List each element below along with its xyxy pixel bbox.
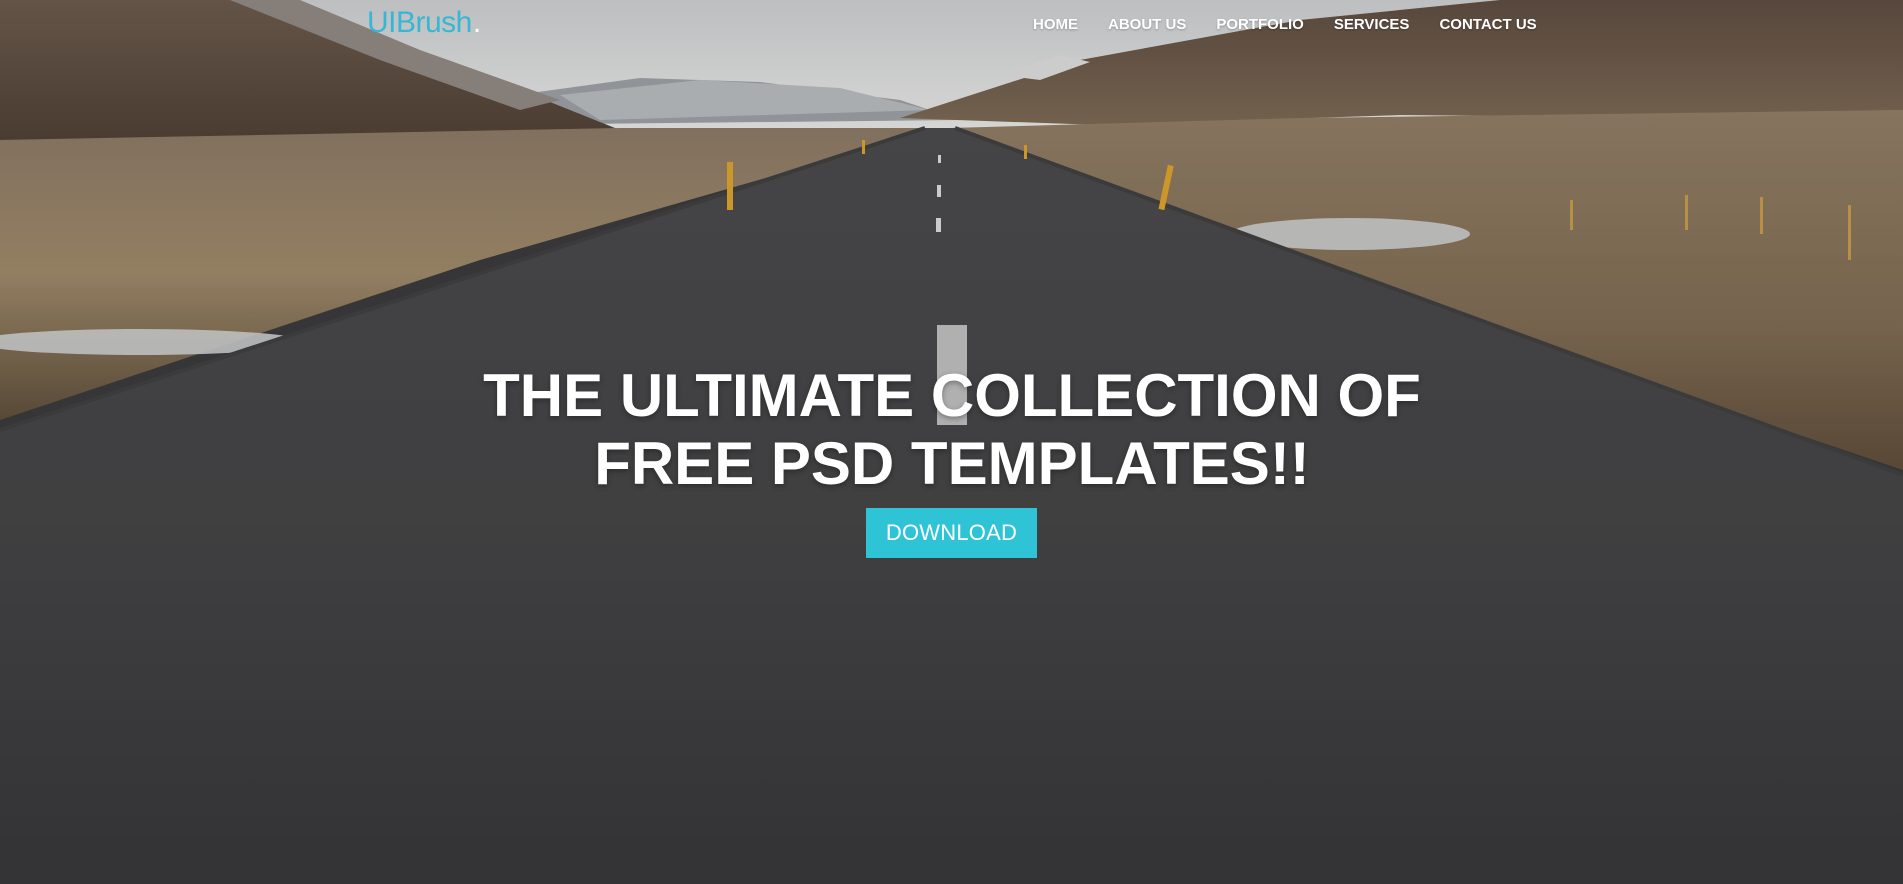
nav-item-contact-us[interactable]: CONTACT US [1424, 14, 1551, 35]
hero-headline-line2: FREE PSD TEMPLATES!! [594, 430, 1310, 497]
main-nav: HOME ABOUT US PORTFOLIO SERVICES CONTACT… [1018, 14, 1552, 36]
hero-section: UIBrush. HOME ABOUT US PORTFOLIO SERVICE… [0, 0, 1903, 884]
nav-item-about-us[interactable]: ABOUT US [1093, 14, 1201, 35]
hero-headline-line1: THE ULTIMATE COLLECTION OF [483, 362, 1421, 429]
brand-name: UIBrush [367, 6, 472, 39]
top-navbar: UIBrush. HOME ABOUT US PORTFOLIO SERVICE… [0, 0, 1903, 52]
hero-headline: THE ULTIMATE COLLECTION OF FREE PSD TEMP… [452, 362, 1452, 498]
nav-item-services[interactable]: SERVICES [1319, 14, 1425, 35]
brand-logo[interactable]: UIBrush. [367, 6, 481, 40]
download-button[interactable]: DOWNLOAD [866, 508, 1037, 558]
brand-dot: . [472, 6, 481, 39]
nav-item-home[interactable]: HOME [1018, 14, 1093, 35]
nav-item-portfolio[interactable]: PORTFOLIO [1201, 14, 1319, 35]
